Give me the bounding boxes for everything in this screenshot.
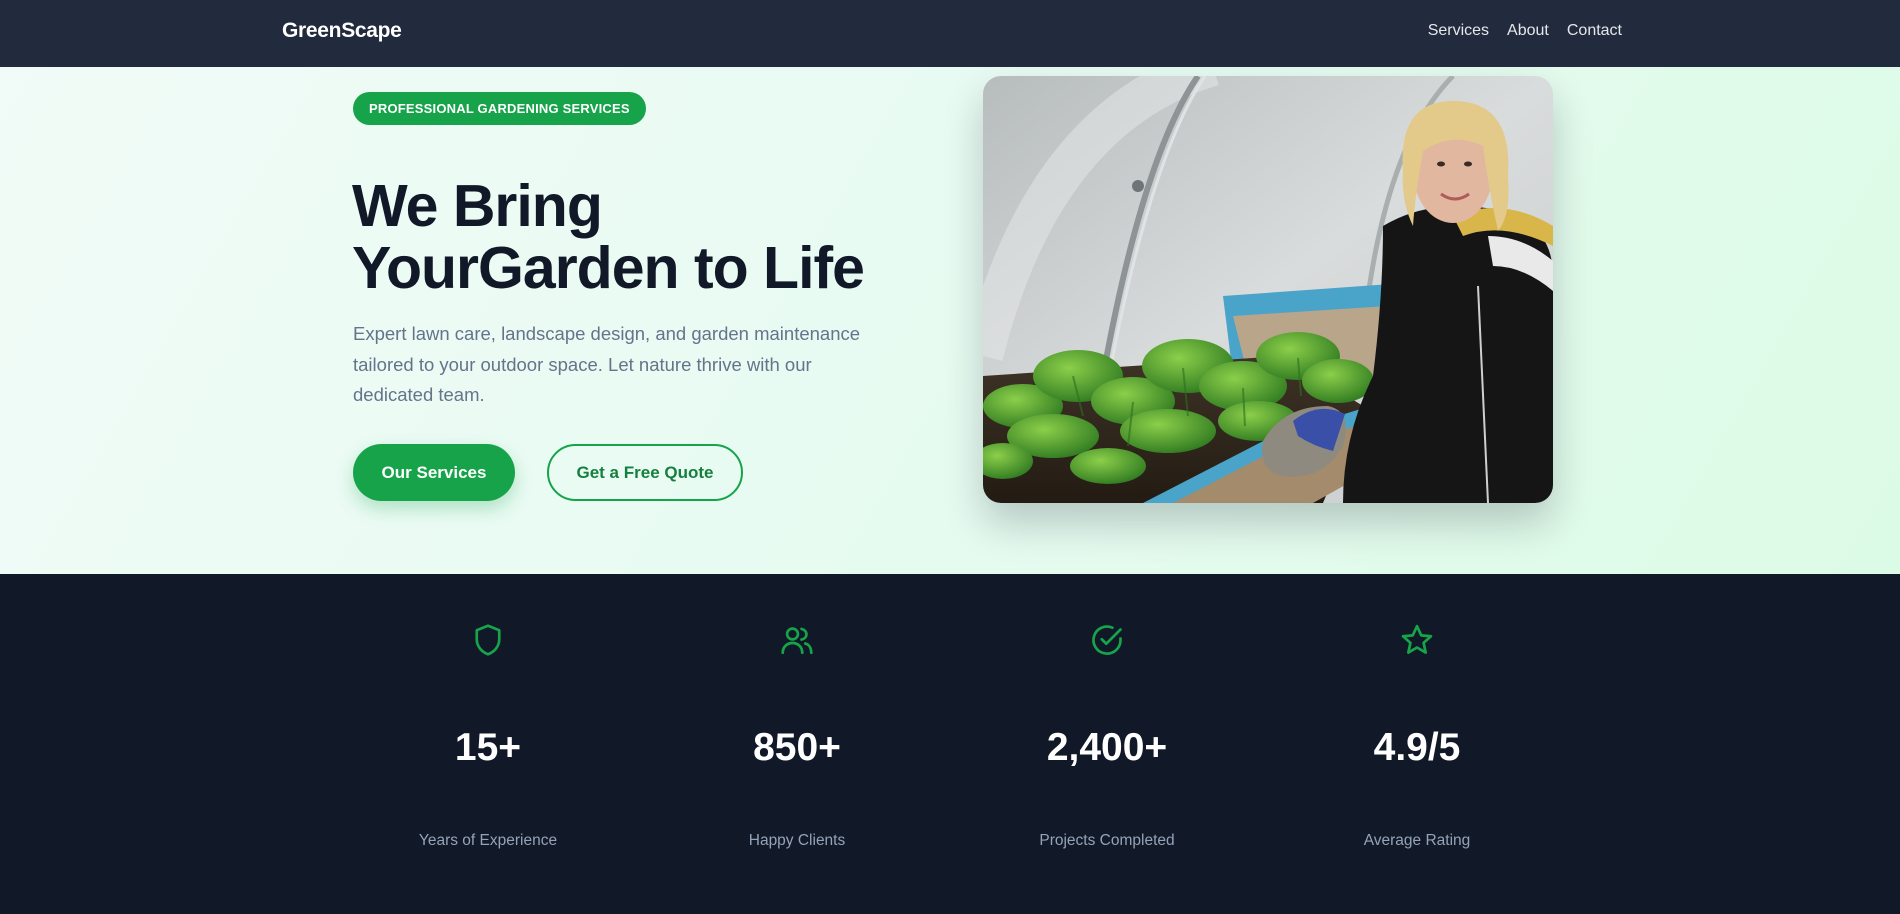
nav-links: Services About Contact bbox=[1428, 22, 1622, 40]
hero-section: PROFESSIONAL GARDENING SERVICES We Bring… bbox=[0, 67, 1900, 574]
our-services-button[interactable]: Our Services bbox=[353, 444, 515, 501]
hero-headline-line-1: We Bring bbox=[352, 173, 603, 239]
hero-headline-line-2: YourGarden to Life bbox=[352, 235, 865, 301]
hero-headline: We Bring YourGarden to Life bbox=[352, 175, 912, 299]
hero-description: Expert lawn care, landscape design, and … bbox=[353, 323, 861, 405]
top-navbar: GreenScape Services About Contact bbox=[0, 0, 1900, 67]
stat-label: Years of Experience bbox=[418, 832, 558, 849]
stat-value: 15+ bbox=[454, 726, 522, 769]
greenhouse-illustration bbox=[983, 76, 1553, 503]
stat-average-rating: 4.9/5 Average Rating bbox=[1287, 574, 1547, 914]
shield-icon bbox=[475, 624, 501, 656]
stat-years-experience: 15+ Years of Experience bbox=[358, 574, 618, 914]
stat-label: Average Rating bbox=[1363, 832, 1471, 849]
stat-value: 2,400+ bbox=[1046, 726, 1168, 769]
stat-label: Happy Clients bbox=[748, 832, 846, 849]
nav-link-about[interactable]: About bbox=[1507, 22, 1549, 40]
stats-section: 15+ Years of Experience 850+ Happy Clien… bbox=[0, 574, 1900, 914]
gardener-photo bbox=[983, 76, 1553, 503]
nav-link-contact[interactable]: Contact bbox=[1567, 22, 1622, 40]
free-quote-button[interactable]: Get a Free Quote bbox=[547, 444, 743, 501]
stat-value: 4.9/5 bbox=[1373, 726, 1461, 769]
check-circle-icon bbox=[1092, 625, 1122, 655]
nav-link-services[interactable]: Services bbox=[1428, 22, 1489, 40]
logo[interactable]: GreenScape bbox=[282, 19, 402, 43]
hero-badge: PROFESSIONAL GARDENING SERVICES bbox=[353, 92, 646, 125]
stat-value: 850+ bbox=[753, 726, 841, 769]
star-icon bbox=[1401, 624, 1433, 654]
users-icon bbox=[781, 627, 813, 655]
stat-happy-clients: 850+ Happy Clients bbox=[667, 574, 927, 914]
stat-label: Projects Completed bbox=[1039, 832, 1175, 849]
stat-projects-completed: 2,400+ Projects Completed bbox=[977, 574, 1237, 914]
